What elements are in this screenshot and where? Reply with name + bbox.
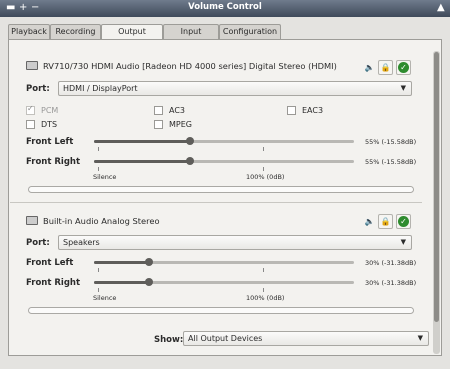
lock-channels-button[interactable]: 🔒 (378, 214, 393, 229)
scale-full: 100% (0dB) (246, 294, 285, 302)
peak-meter (28, 186, 414, 193)
window-title: Volume Control (188, 2, 262, 12)
scrollbar-thumb[interactable] (434, 52, 439, 322)
front-right-value: 55% (-15.58dB) (365, 158, 417, 166)
format-mpeg-label: MPEG (169, 120, 192, 129)
scale-tick (263, 167, 264, 171)
tab-configuration[interactable]: Configuration (219, 24, 281, 40)
chevron-down-icon: ▼ (400, 238, 406, 246)
front-left-handle[interactable] (186, 137, 195, 145)
chevron-down-icon: ▼ (417, 334, 423, 342)
output-devices-panel: RV710/730 HDMI Audio [Radeon HD 4000 ser… (8, 39, 442, 356)
check-icon: ✓ (398, 62, 409, 73)
show-filter-value: All Output Devices (188, 334, 263, 343)
port-label: Port: (26, 238, 50, 248)
mute-button[interactable]: 🔈 (362, 214, 377, 229)
sound-card-icon (26, 216, 38, 225)
format-dts-checkbox[interactable] (26, 120, 35, 129)
device-name: RV710/730 HDMI Audio [Radeon HD 4000 ser… (43, 61, 337, 71)
front-right-slider[interactable] (94, 157, 354, 165)
device-name: Built-in Audio Analog Stereo (43, 216, 160, 226)
scale-tick (263, 268, 264, 272)
front-left-fill (94, 140, 191, 143)
check-icon: ✓ (398, 216, 409, 227)
scale-tick (98, 268, 99, 272)
scale-tick (263, 288, 264, 292)
port-label: Port: (26, 84, 50, 94)
format-eac3-label: EAC3 (302, 106, 324, 115)
format-ac3-label: AC3 (169, 106, 186, 115)
scale-tick (98, 147, 99, 151)
tab-playback[interactable]: Playback (8, 24, 50, 40)
chevron-down-icon: ▼ (400, 84, 406, 92)
front-left-value: 30% (-31.38dB) (365, 259, 417, 267)
front-right-fill (94, 281, 149, 284)
format-ac3-checkbox[interactable] (154, 106, 163, 115)
front-left-slider[interactable] (94, 258, 354, 266)
peak-meter (28, 307, 414, 314)
front-right-slider[interactable] (94, 278, 354, 286)
show-label: Show: (154, 335, 184, 345)
device-separator (10, 202, 422, 203)
front-right-fill (94, 160, 191, 163)
scale-silence: Silence (93, 173, 117, 181)
mute-button[interactable]: 🔈 (362, 60, 377, 75)
format-pcm-label: PCM (41, 106, 59, 115)
port-select[interactable]: HDMI / DisplayPort ▼ (58, 81, 412, 96)
close-icon[interactable]: ▲ (437, 1, 445, 15)
channel-label-front-right: Front Right (26, 157, 81, 167)
set-default-button[interactable]: ✓ (396, 60, 411, 75)
lock-channels-button[interactable]: 🔒 (378, 60, 393, 75)
channel-label-front-right: Front Right (26, 278, 81, 288)
front-left-slider[interactable] (94, 137, 354, 145)
format-mpeg-checkbox[interactable] (154, 120, 163, 129)
scale-tick (263, 147, 264, 151)
show-filter-select[interactable]: All Output Devices ▼ (183, 331, 429, 346)
window-titlebar: ▬ + − Volume Control ▲ (0, 0, 450, 17)
port-select[interactable]: Speakers ▼ (58, 235, 412, 250)
front-right-value: 30% (-31.38dB) (365, 279, 417, 287)
scale-tick (98, 167, 99, 171)
channel-label-front-left: Front Left (26, 137, 74, 147)
format-eac3-checkbox[interactable] (287, 106, 296, 115)
vertical-scrollbar[interactable] (433, 51, 440, 354)
front-right-handle[interactable] (144, 278, 153, 286)
scale-silence: Silence (93, 294, 117, 302)
port-value: HDMI / DisplayPort (63, 84, 138, 93)
device-hdmi: RV710/730 HDMI Audio [Radeon HD 4000 ser… (20, 59, 434, 215)
port-value: Speakers (63, 238, 100, 247)
set-default-button[interactable]: ✓ (396, 214, 411, 229)
tab-recording[interactable]: Recording (50, 24, 101, 40)
format-dts-label: DTS (41, 120, 58, 129)
scale-tick (98, 288, 99, 292)
front-left-fill (94, 261, 149, 264)
format-pcm-checkbox[interactable] (26, 104, 35, 115)
front-left-value: 55% (-15.58dB) (365, 138, 417, 146)
scale-full: 100% (0dB) (246, 173, 285, 181)
front-right-handle[interactable] (186, 157, 195, 165)
front-left-handle[interactable] (144, 258, 153, 266)
channel-label-front-left: Front Left (26, 258, 74, 268)
sound-card-icon (26, 61, 38, 70)
tab-input-devices[interactable]: Input Devices (163, 24, 219, 50)
